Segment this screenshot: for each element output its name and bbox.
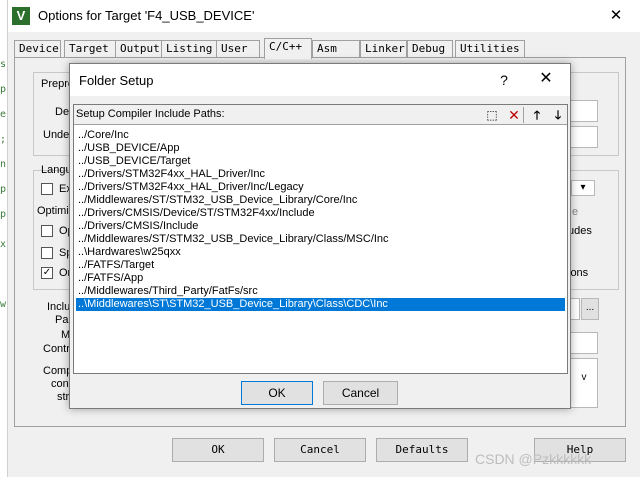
tab-utilities[interactable]: Utilities: [455, 40, 525, 58]
strip-mark: p: [0, 185, 7, 195]
control-label: Contr: [43, 343, 70, 355]
tab-asm[interactable]: Asm: [312, 40, 360, 58]
path-item[interactable]: ../Core/Inc: [76, 129, 565, 142]
window-title: Options for Target 'F4_USB_DEVICE': [38, 8, 255, 23]
compiler-string-scroll[interactable]: v: [570, 358, 598, 408]
ok-button[interactable]: OK: [172, 438, 264, 462]
path-item[interactable]: ../Drivers/CMSIS/Device/ST/STM32F4xx/Inc…: [76, 207, 565, 220]
tab-user[interactable]: User: [216, 40, 260, 58]
list-header-label: Setup Compiler Include Paths:: [76, 108, 225, 120]
strip-mark: x: [0, 240, 7, 250]
path-item[interactable]: ..\Hardwares\w25qxx: [76, 246, 565, 259]
include-paths-label: Inclu: [47, 301, 71, 313]
tab-linker[interactable]: Linker: [360, 40, 407, 58]
list-header: Setup Compiler Include Paths: ⬚ ✕ 🡑 🡓: [74, 105, 567, 125]
strip-mark: n: [0, 160, 7, 170]
undefine-label: Unde: [43, 129, 70, 141]
strip-mark: p: [0, 85, 7, 95]
checkbox-on[interactable]: ✓: [41, 267, 53, 279]
strip-mark: e: [0, 110, 7, 120]
path-item[interactable]: ../FATFS/App: [76, 272, 565, 285]
misc-controls-field[interactable]: [570, 332, 598, 354]
right-fragment-udes: udes: [568, 225, 592, 237]
strip-mark: s: [0, 60, 7, 70]
keil-app-icon: V: [12, 7, 30, 25]
move-up-icon[interactable]: 🡑: [527, 106, 547, 124]
checkbox-sp[interactable]: [41, 247, 53, 259]
folder-setup-cancel-button[interactable]: Cancel: [323, 381, 398, 405]
path-item-selected[interactable]: ..\Middlewares\ST\STM32_USB_Device_Libra…: [76, 298, 565, 311]
strip-mark: w: [0, 300, 7, 310]
watermark-text: CSDN @Pzkkkkkk: [475, 451, 592, 467]
help-icon[interactable]: ?: [494, 70, 514, 90]
compiler-string-label-3: str: [57, 391, 70, 403]
path-item[interactable]: ../Drivers/STM32F4xx_HAL_Driver/Inc: [76, 168, 565, 181]
path-label: Pa: [55, 314, 69, 326]
delete-icon[interactable]: ✕: [504, 106, 524, 124]
tab-listing[interactable]: Listing: [161, 40, 222, 58]
editor-strip: s p e ; n p p x w: [0, 0, 8, 477]
path-list: ../Core/Inc ../USB_DEVICE/App ../USB_DEV…: [76, 129, 565, 311]
path-item[interactable]: ../FATFS/Target: [76, 259, 565, 272]
folder-setup-dialog: Folder Setup ? ✕ Setup Compiler Include …: [69, 63, 571, 409]
right-fragment-ions: ions: [568, 267, 589, 279]
path-item[interactable]: ../Drivers/CMSIS/Include: [76, 220, 565, 233]
path-item[interactable]: ../USB_DEVICE/App: [76, 142, 565, 155]
checkbox-ex[interactable]: [41, 183, 53, 195]
undefine-field[interactable]: [570, 126, 598, 148]
toolbar-divider: [523, 107, 524, 123]
tab-debug[interactable]: Debug: [407, 40, 453, 58]
defaults-button[interactable]: Defaults: [376, 438, 468, 462]
strip-mark: p: [0, 210, 7, 220]
move-down-icon[interactable]: 🡓: [548, 106, 568, 124]
language-label: Langu: [41, 164, 72, 176]
define-field[interactable]: [570, 100, 598, 122]
folder-setup-ok-button[interactable]: OK: [241, 381, 313, 405]
tab-c-cpp[interactable]: C/C++: [264, 38, 312, 59]
path-item[interactable]: ../USB_DEVICE/Target: [76, 155, 565, 168]
path-item[interactable]: ../Middlewares/ST/STM32_USB_Device_Libra…: [76, 194, 565, 207]
browse-button[interactable]: ...: [581, 298, 599, 320]
right-fragment-e: e: [572, 206, 579, 218]
window-close-icon[interactable]: ✕: [606, 6, 626, 26]
new-folder-icon[interactable]: ⬚: [482, 106, 502, 124]
strip-mark: ;: [0, 135, 7, 145]
path-item[interactable]: ../Middlewares/Third_Party/FatFs/src: [76, 285, 565, 298]
close-icon[interactable]: ✕: [536, 69, 556, 89]
folder-setup-title: Folder Setup: [79, 73, 154, 88]
compiler-string-label: Comp: [43, 365, 73, 377]
path-item[interactable]: ../Drivers/STM32F4xx_HAL_Driver/Inc/Lega…: [76, 181, 565, 194]
checkbox-op[interactable]: [41, 225, 53, 237]
dropdown-icon[interactable]: ▾: [571, 180, 595, 196]
path-item[interactable]: ../Middlewares/ST/STM32_USB_Device_Libra…: [76, 233, 565, 246]
include-paths-field[interactable]: [570, 298, 580, 320]
include-paths-listbox[interactable]: Setup Compiler Include Paths: ⬚ ✕ 🡑 🡓 ..…: [73, 104, 568, 374]
cancel-button[interactable]: Cancel: [274, 438, 366, 462]
tab-device[interactable]: Device: [14, 40, 61, 58]
